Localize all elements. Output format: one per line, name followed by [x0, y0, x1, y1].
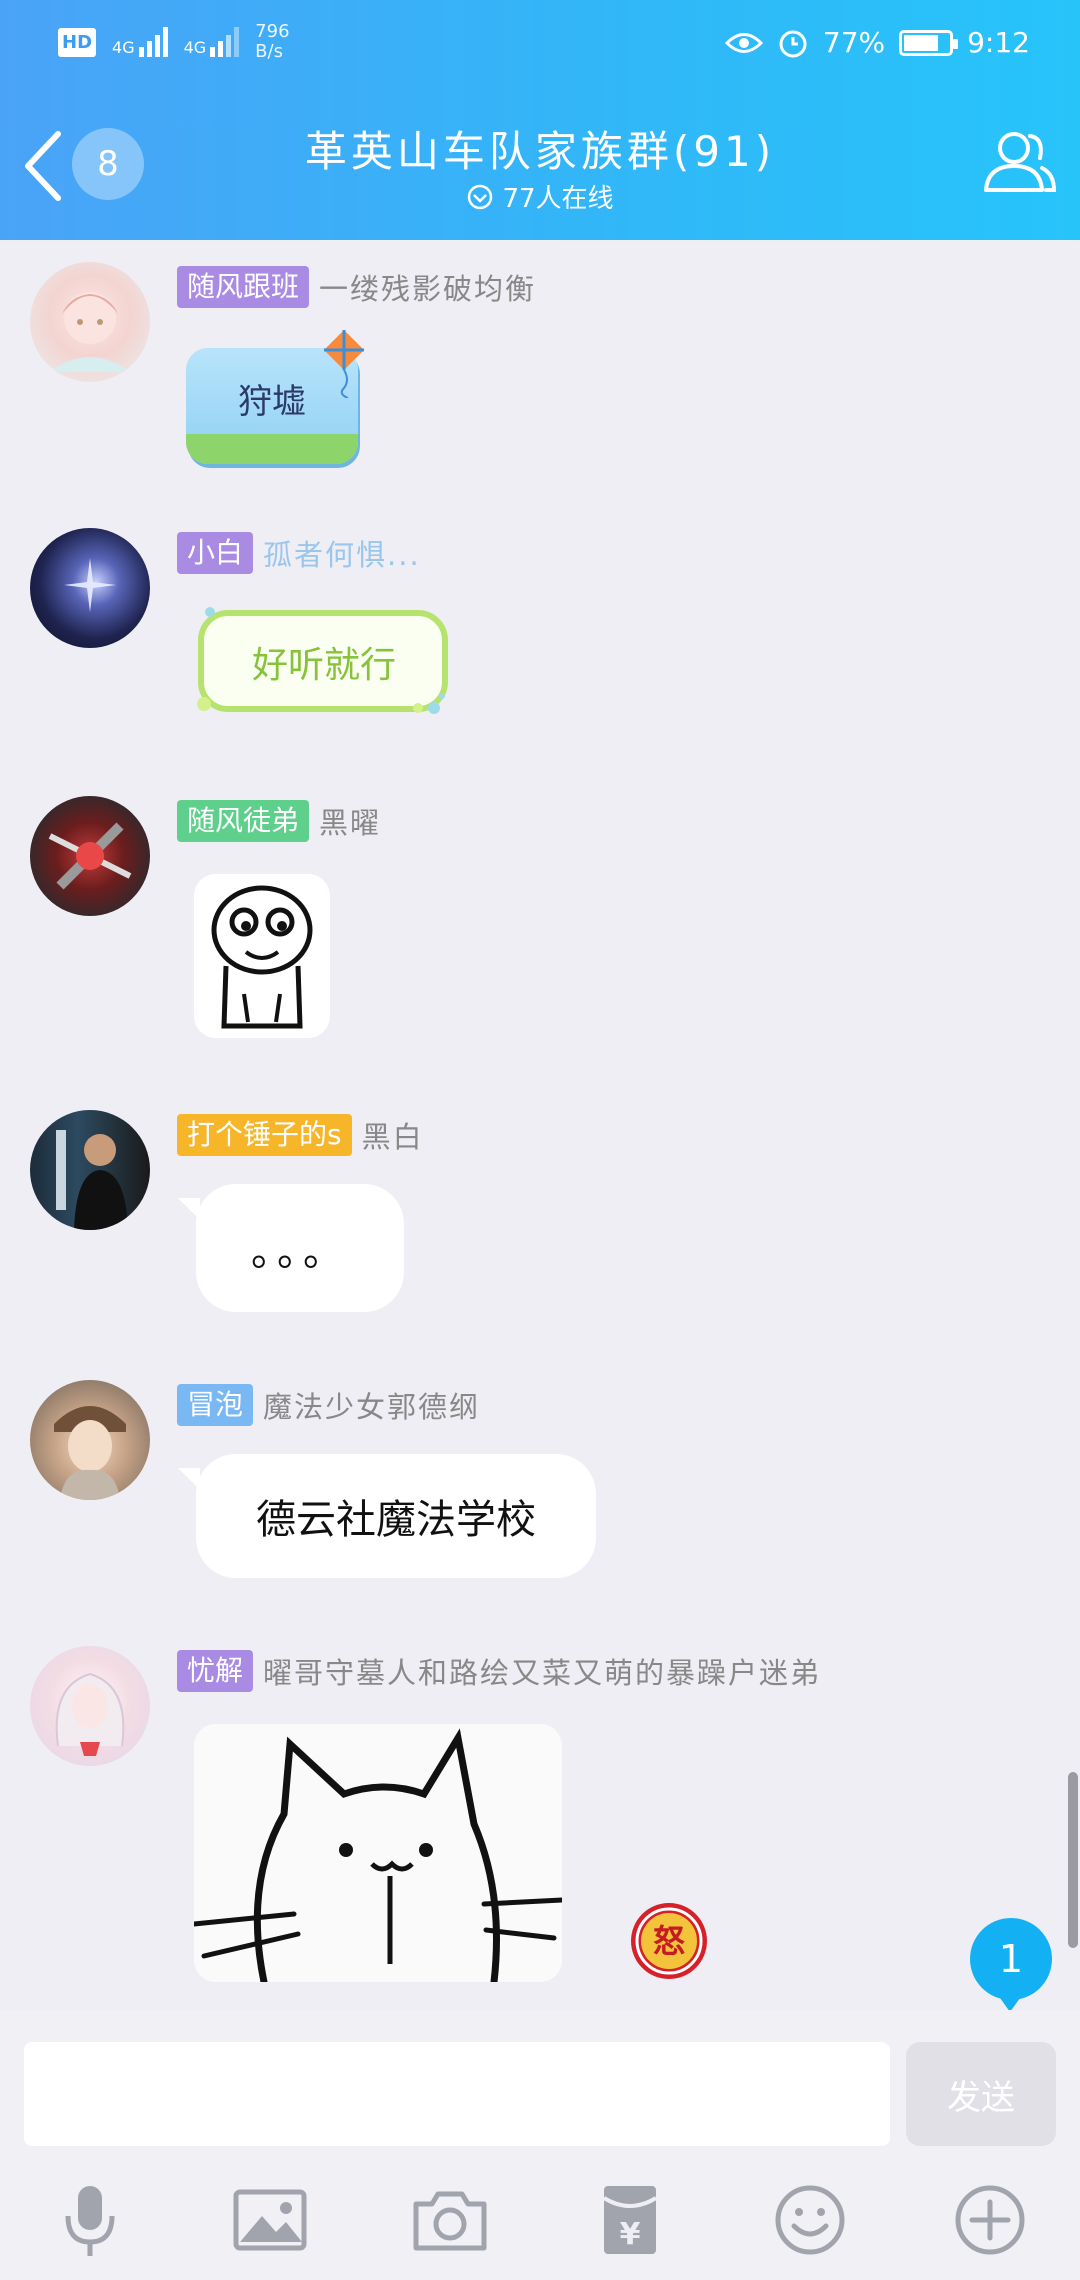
angry-emoji-char: 怒	[653, 1922, 685, 1960]
emoji-icon[interactable]	[770, 2180, 850, 2260]
sticker-message[interactable]	[194, 1724, 562, 1982]
new-message-badge[interactable]: 1	[970, 1918, 1052, 2012]
network-speed-value: 796	[255, 21, 290, 42]
member-title-tag: 忧解	[177, 1650, 254, 1692]
battery-level	[904, 34, 939, 51]
member-title-tag: 小白	[177, 532, 254, 574]
text-message-bubble[interactable]: 德云社魔法学校	[178, 1454, 596, 1578]
avatar[interactable]	[30, 796, 150, 916]
sticker-text: 好听就行	[251, 645, 396, 686]
status-bar: HD 4G 4G 796 B/s 77% 9:12	[0, 0, 1080, 90]
sticker-text: 狩墟	[238, 382, 306, 422]
online-count[interactable]: 77人在线	[0, 178, 1080, 215]
scrollbar-thumb[interactable]	[1068, 1772, 1078, 1948]
signal-icon-2	[210, 27, 240, 57]
member-title-tag: 随风跟班	[177, 266, 310, 308]
avatar[interactable]	[30, 528, 150, 648]
message-input[interactable]	[24, 2042, 890, 2146]
avatar[interactable]	[30, 1110, 150, 1230]
clock: 9:12	[967, 26, 1030, 59]
cartoon-face-sticker	[194, 874, 330, 1038]
bottom-toolbar: ¥	[0, 2170, 1080, 2270]
message-text: 德云社魔法学校	[256, 1497, 536, 1543]
eye-icon	[724, 32, 763, 53]
member-title-tag: 随风徒弟	[177, 800, 310, 842]
sender-name[interactable]: 魔法少女郭德纲	[263, 1384, 480, 1426]
hd-badge: HD	[58, 27, 97, 57]
sticker-message[interactable]: 狩墟	[180, 330, 370, 470]
member-title-tag: 打个锤子的s	[177, 1114, 352, 1156]
sender-name[interactable]: 黑曜	[319, 800, 381, 842]
network-type-2: 4G	[183, 38, 207, 57]
svg-text:¥: ¥	[620, 2217, 641, 2252]
avatar[interactable]	[30, 1646, 150, 1766]
chat-header: HD 4G 4G 796 B/s 77% 9:12 8 革英山车队家族群(91)	[0, 0, 1080, 240]
battery-icon	[899, 29, 959, 56]
text-message-bubble[interactable]: 。。。	[178, 1184, 404, 1312]
network-speed-unit: B/s	[255, 41, 283, 62]
microphone-icon[interactable]	[50, 2180, 130, 2260]
red-packet-icon[interactable]: ¥	[590, 2180, 670, 2260]
sender-name[interactable]: 曜哥守墓人和路绘又菜又萌的暴躁户迷弟	[263, 1650, 821, 1692]
sticker-message[interactable]	[194, 874, 330, 1038]
group-members-icon[interactable]	[980, 124, 1058, 202]
sticker-message[interactable]: 好听就行	[190, 596, 458, 724]
angry-emoji-icon[interactable]: 怒	[628, 1900, 710, 1982]
sender-name[interactable]: 一缕残影破均衡	[319, 266, 536, 308]
battery-percent: 77%	[822, 26, 886, 59]
chevron-down-circle-icon	[468, 184, 493, 209]
group-title[interactable]: 革英山车队家族群(91)	[0, 118, 1080, 179]
member-title-tag: 冒泡	[177, 1384, 254, 1426]
avatar[interactable]	[30, 262, 150, 382]
alarm-icon	[779, 30, 807, 57]
sender-name[interactable]: 黑白	[362, 1114, 424, 1156]
send-button[interactable]: 发送	[906, 2042, 1056, 2146]
message-text: 。。。	[251, 1229, 349, 1275]
sender-name[interactable]: 孤者何惧...	[263, 532, 421, 574]
image-icon[interactable]	[230, 2180, 310, 2260]
avatar[interactable]	[30, 1380, 150, 1500]
network-type-1: 4G	[112, 38, 135, 57]
network-speed: 796 B/s	[255, 22, 289, 62]
plus-icon[interactable]	[950, 2180, 1030, 2260]
online-count-label: 77人在线	[502, 184, 614, 214]
cat-sketch-sticker	[194, 1724, 562, 1982]
camera-icon[interactable]	[410, 2180, 490, 2260]
signal-icon	[138, 27, 168, 57]
